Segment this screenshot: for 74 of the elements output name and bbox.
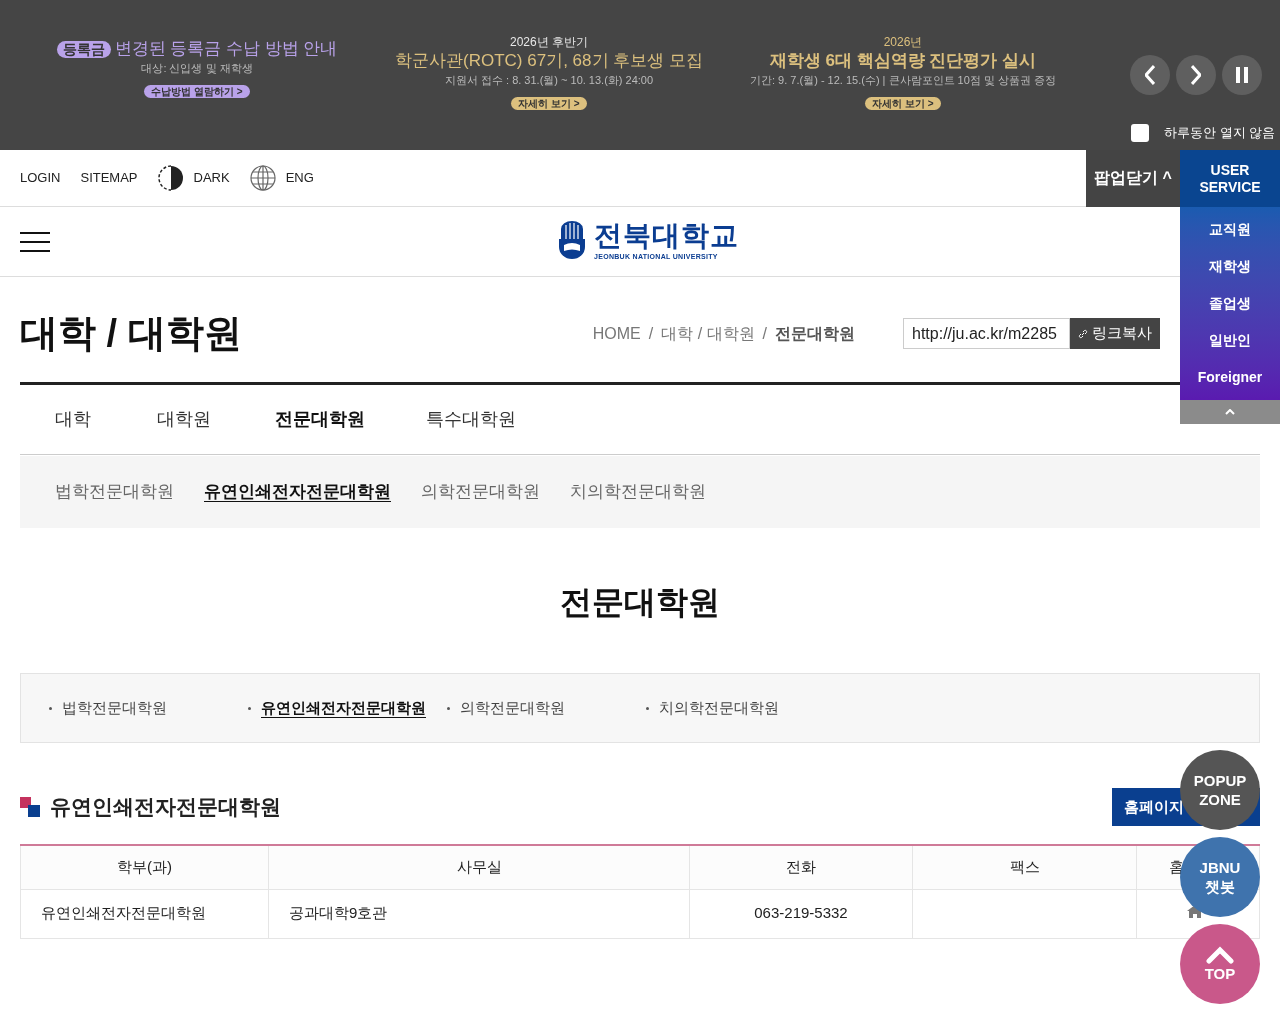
slide-subtitle: 대상: 신입생 및 재학생 [141,61,253,76]
user-service-title: USER SERVICE [1180,150,1280,207]
quick-link[interactable]: 치의학전문대학원 [659,696,779,720]
table-cell: 유연인쇄전자전문대학원 [20,889,269,938]
content-title: 전문대학원 [559,583,721,622]
dark-mode-toggle[interactable]: DARK [157,165,230,191]
slide-title[interactable]: 재학생 6대 핵심역량 진단평가 실시 [769,50,1037,72]
next-icon [1191,65,1201,85]
slide-kicker: 2026년 [883,34,923,50]
prev-button[interactable] [1130,55,1170,95]
link-icon [1078,328,1088,339]
user-service-link[interactable]: 일반인 [1180,322,1280,359]
pause-icon [1235,67,1249,83]
breadcrumb-link[interactable]: HOME [592,321,641,346]
sub-tab[interactable]: 법학전문대학원 [55,479,174,505]
tab[interactable]: 대학 [55,406,157,433]
popup-close-button[interactable]: 팝업닫기 ^ [1086,149,1180,207]
checkbox[interactable] [1131,123,1149,142]
user-service-link[interactable]: 교직원 [1180,211,1280,248]
nav-link[interactable]: SITEMAP [80,168,138,188]
top-button[interactable]: TOP [1180,924,1260,1004]
column-header: 학부(과) [20,845,269,889]
next-button[interactable] [1176,55,1216,95]
breadcrumb-separator: / [648,323,654,344]
breadcrumb-separator: / [762,323,767,344]
user-service-link[interactable]: Foreigner [1180,359,1280,396]
quick-link[interactable]: 유연인쇄전자전문대학원 [261,696,426,720]
bullet-icon [646,706,649,710]
column-header: 팩스 [912,845,1137,889]
section-title: 유연인쇄전자전문대학원 [50,794,282,821]
slide-kicker: 2026년 후반기 [510,34,588,50]
bullet-icon [447,706,450,710]
section-mark-icon [20,797,40,817]
slide-title[interactable]: 변경된 등록금 수납 방법 안내 [114,38,338,60]
breadcrumb-link[interactable]: 전문대학원 [775,321,855,346]
logo-text: 전북대학교 [594,222,739,250]
sub-tab[interactable]: 의학전문대학원 [421,479,540,505]
slide-title[interactable]: 학군사관(ROTC) 67기, 68기 후보생 모집 [395,50,703,72]
slide-subtitle: 기간: 9. 7.(월) - 12. 15.(수) | 큰사람포인트 10점 및 상품권 증정 [750,73,1056,88]
user-service-link[interactable]: 재학생 [1180,248,1280,285]
column-header: 전화 [689,845,913,889]
globe-icon [249,165,276,191]
checkbox-label: 하루동안 열지 않음 [1164,124,1276,142]
slide-button[interactable]: 수납방법 열람하기 > [144,85,250,98]
slide-subtitle: 지원서 접수 : 8. 31.(월) ~ 10. 13.(화) 24:00 [444,73,654,88]
sub-tab[interactable]: 유연인쇄전자전문대학원 [204,479,391,505]
slide-badge: 등록금 [56,40,111,58]
sub-tab[interactable]: 치의학전문대학원 [570,479,706,505]
breadcrumb-link[interactable]: 대학 / 대학원 [661,321,755,346]
tab[interactable]: 전문대학원 [275,406,426,433]
quick-link[interactable]: 법학전문대학원 [62,696,167,720]
pause-button[interactable] [1222,55,1262,95]
bullet-icon [248,706,251,710]
url-field[interactable]: http://ju.ac.kr/m2285 [903,318,1070,349]
nav-link[interactable]: LOGIN [20,168,61,188]
table-cell: 063-219-5332 [689,889,913,938]
language-link[interactable]: ENG [249,165,314,191]
quick-link[interactable]: 의학전문대학원 [460,696,565,720]
bullet-icon [49,706,52,710]
table-cell: 공과대학9호관 [268,889,690,938]
emblem-icon [558,221,586,261]
menu-icon[interactable] [20,231,50,252]
slide-button[interactable]: 자세히 보기 > [511,97,587,110]
tab[interactable]: 대학원 [157,406,275,433]
chevron-up-icon [1206,945,1234,964]
contrast-icon [157,165,184,191]
prev-icon [1145,65,1155,85]
user-service-link[interactable]: 졸업생 [1180,285,1280,322]
tab[interactable]: 특수대학원 [426,406,526,433]
column-header: 사무실 [268,845,690,889]
caret-icon [1225,409,1235,415]
slide-button[interactable]: 자세히 보기 > [865,97,941,110]
copy-link-button[interactable]: 링크복사 [1070,318,1160,349]
page-title: 대학 / 대학원 [20,311,243,356]
